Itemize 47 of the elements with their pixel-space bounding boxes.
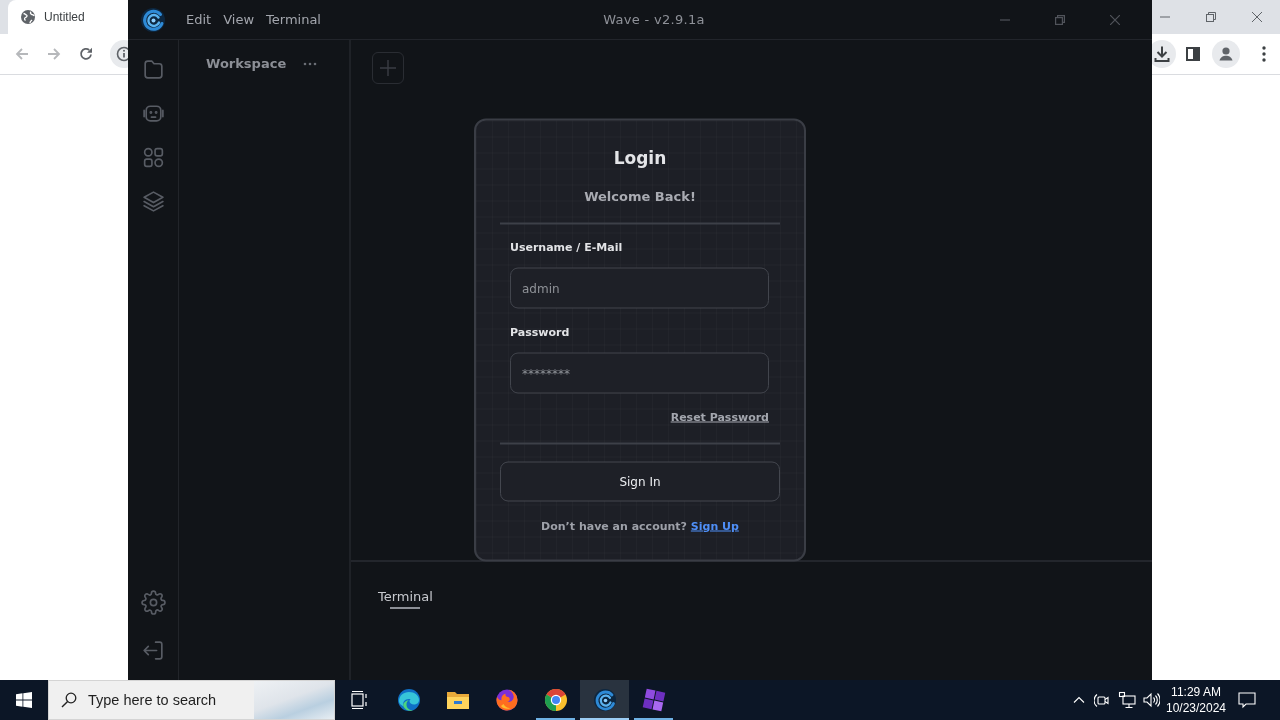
logout-icon[interactable] xyxy=(140,638,166,663)
info-icon[interactable] xyxy=(110,40,128,68)
app-logo-icon[interactable] xyxy=(140,6,166,33)
flame-globe-icon xyxy=(494,688,519,712)
globe-icon xyxy=(20,9,36,25)
reset-password-link[interactable]: Reset Password xyxy=(670,410,769,425)
task-view-icon[interactable] xyxy=(349,690,370,710)
download-icon[interactable] xyxy=(1152,40,1176,68)
login-title: Login xyxy=(613,146,667,169)
browser-tab[interactable]: Untitled xyxy=(8,0,128,34)
window-title: Wave - v2.9.1a xyxy=(603,12,705,27)
profile-icon[interactable] xyxy=(1212,40,1240,68)
notification-icon[interactable] xyxy=(1237,690,1257,710)
field-label: Username / E-Mail xyxy=(510,240,623,255)
taskbar-app-button[interactable] xyxy=(580,680,629,720)
field-label: Password xyxy=(510,325,570,340)
side-panel-icon[interactable] xyxy=(1186,47,1200,61)
more-icon[interactable] xyxy=(1262,46,1266,62)
restore-icon[interactable] xyxy=(1054,14,1065,25)
layers-icon[interactable] xyxy=(140,189,166,214)
terminal-tab[interactable]: Terminal xyxy=(378,589,433,609)
welcome-subtitle: Welcome Back! xyxy=(584,187,696,206)
clock-date: 10/23/2024 xyxy=(1165,700,1227,716)
sign-up-link[interactable]: Sign Up xyxy=(690,519,739,533)
menu-item[interactable]: Terminal xyxy=(266,12,321,27)
menu-item[interactable]: Edit xyxy=(186,12,212,27)
sign-in-button[interactable]: Sign In xyxy=(500,461,780,502)
settings-icon[interactable] xyxy=(140,590,166,615)
camera-icon[interactable] xyxy=(1094,691,1112,709)
reload-icon[interactable] xyxy=(78,46,94,62)
plus-icon xyxy=(380,60,396,76)
clock-time: 11:29 AM xyxy=(1171,684,1221,700)
tiles-icon xyxy=(641,688,666,712)
input-field[interactable]: ******** xyxy=(510,352,769,394)
signup-prompt: Don’t have an account? Sign Up xyxy=(541,519,739,534)
menu-item[interactable]: View xyxy=(223,12,255,27)
network-icon[interactable] xyxy=(1118,691,1136,709)
restore-icon[interactable] xyxy=(1206,12,1216,22)
app-logo-icon xyxy=(592,688,617,712)
swirl-logo-icon xyxy=(396,688,421,712)
volume-icon[interactable] xyxy=(1142,691,1160,709)
segmented-circle-icon xyxy=(543,688,568,712)
input-field[interactable]: admin xyxy=(510,267,769,309)
close-icon[interactable] xyxy=(1252,12,1262,22)
start-icon[interactable] xyxy=(16,692,32,708)
sidebar-title: Workspace xyxy=(206,56,287,72)
search-icon xyxy=(61,692,77,708)
